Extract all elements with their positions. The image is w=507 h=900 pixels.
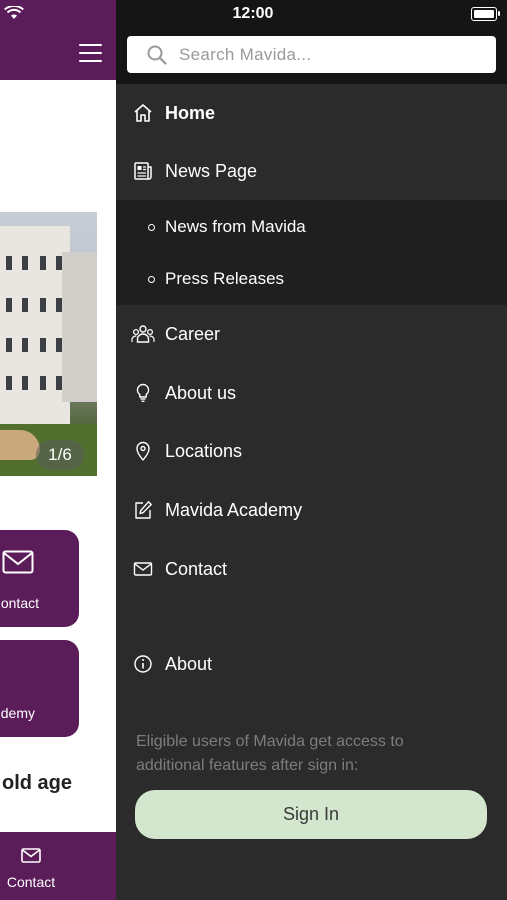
search-bar[interactable] (127, 36, 496, 73)
menu-item-label: Mavida Academy (165, 500, 303, 520)
home-icon (134, 104, 152, 122)
background-app-screen: 1/6 ontact demy old age Contact (0, 0, 116, 900)
mail-icon (21, 848, 41, 863)
slide-counter: 1/6 (36, 440, 84, 470)
submenu-item-label: Press Releases (165, 269, 285, 288)
contact-tile[interactable]: ontact (0, 530, 79, 627)
academy-tile-label: demy (0, 705, 35, 721)
search-icon (147, 45, 167, 65)
tab-contact-label: Contact (6, 874, 56, 890)
search-input[interactable] (179, 36, 479, 73)
menu-item-label: About (165, 654, 213, 674)
menu-item-home[interactable]: Home (116, 84, 507, 142)
newspaper-icon (134, 162, 152, 180)
bullet-icon (148, 224, 155, 231)
info-icon (134, 655, 152, 673)
hamburger-menu-icon[interactable] (79, 44, 102, 62)
location-pin-icon (136, 441, 150, 461)
mail-icon (133, 562, 153, 576)
status-time: 12:00 (232, 5, 274, 22)
menu-item-locations[interactable]: Locations (116, 422, 507, 480)
menu-item-about[interactable]: About (116, 635, 507, 693)
section-heading: old age (2, 772, 73, 794)
submenu-item-news-from-mavida[interactable]: News from Mavida (116, 201, 507, 253)
menu-item-career[interactable]: Career (116, 305, 507, 363)
menu-item-label: Contact (165, 559, 228, 579)
academy-tile[interactable]: demy (0, 640, 79, 737)
menu-item-label: News Page (165, 161, 258, 181)
menu-item-mavida-academy[interactable]: Mavida Academy (116, 481, 507, 539)
tab-contact[interactable]: Contact (0, 832, 62, 900)
bottom-tab-bar: Contact (0, 832, 116, 900)
battery-icon (471, 7, 500, 21)
building-image (0, 226, 70, 426)
wifi-icon (4, 6, 24, 19)
edit-icon (135, 501, 152, 519)
drawer-header (116, 0, 507, 84)
people-icon (131, 325, 155, 343)
menu-item-label: Home (165, 103, 216, 123)
submenu-item-label: News from Mavida (165, 217, 306, 236)
contact-tile-label: ontact (0, 595, 39, 611)
menu-item-label: About us (165, 383, 237, 403)
menu-item-news-page[interactable]: News Page (116, 142, 507, 200)
navigation-drawer: Home News Page News from Mavida Press Re… (116, 0, 507, 900)
sign-in-note: Eligible users of Mavida get access to a… (136, 733, 404, 774)
menu-item-about-us[interactable]: About us (116, 364, 507, 422)
lightbulb-icon (136, 383, 150, 402)
building-photo-slideshow[interactable]: 1/6 (0, 212, 97, 476)
bullet-icon (148, 276, 155, 283)
submenu-item-press-releases[interactable]: Press Releases (116, 253, 507, 305)
background-building (62, 252, 97, 402)
sign-in-button[interactable]: Sign In (135, 790, 487, 839)
menu-item-label: Locations (165, 441, 243, 461)
menu-item-label: Career (165, 324, 221, 344)
menu-item-contact[interactable]: Contact (116, 540, 507, 598)
news-submenu: News from Mavida Press Releases (116, 200, 507, 305)
mail-icon (2, 550, 34, 574)
